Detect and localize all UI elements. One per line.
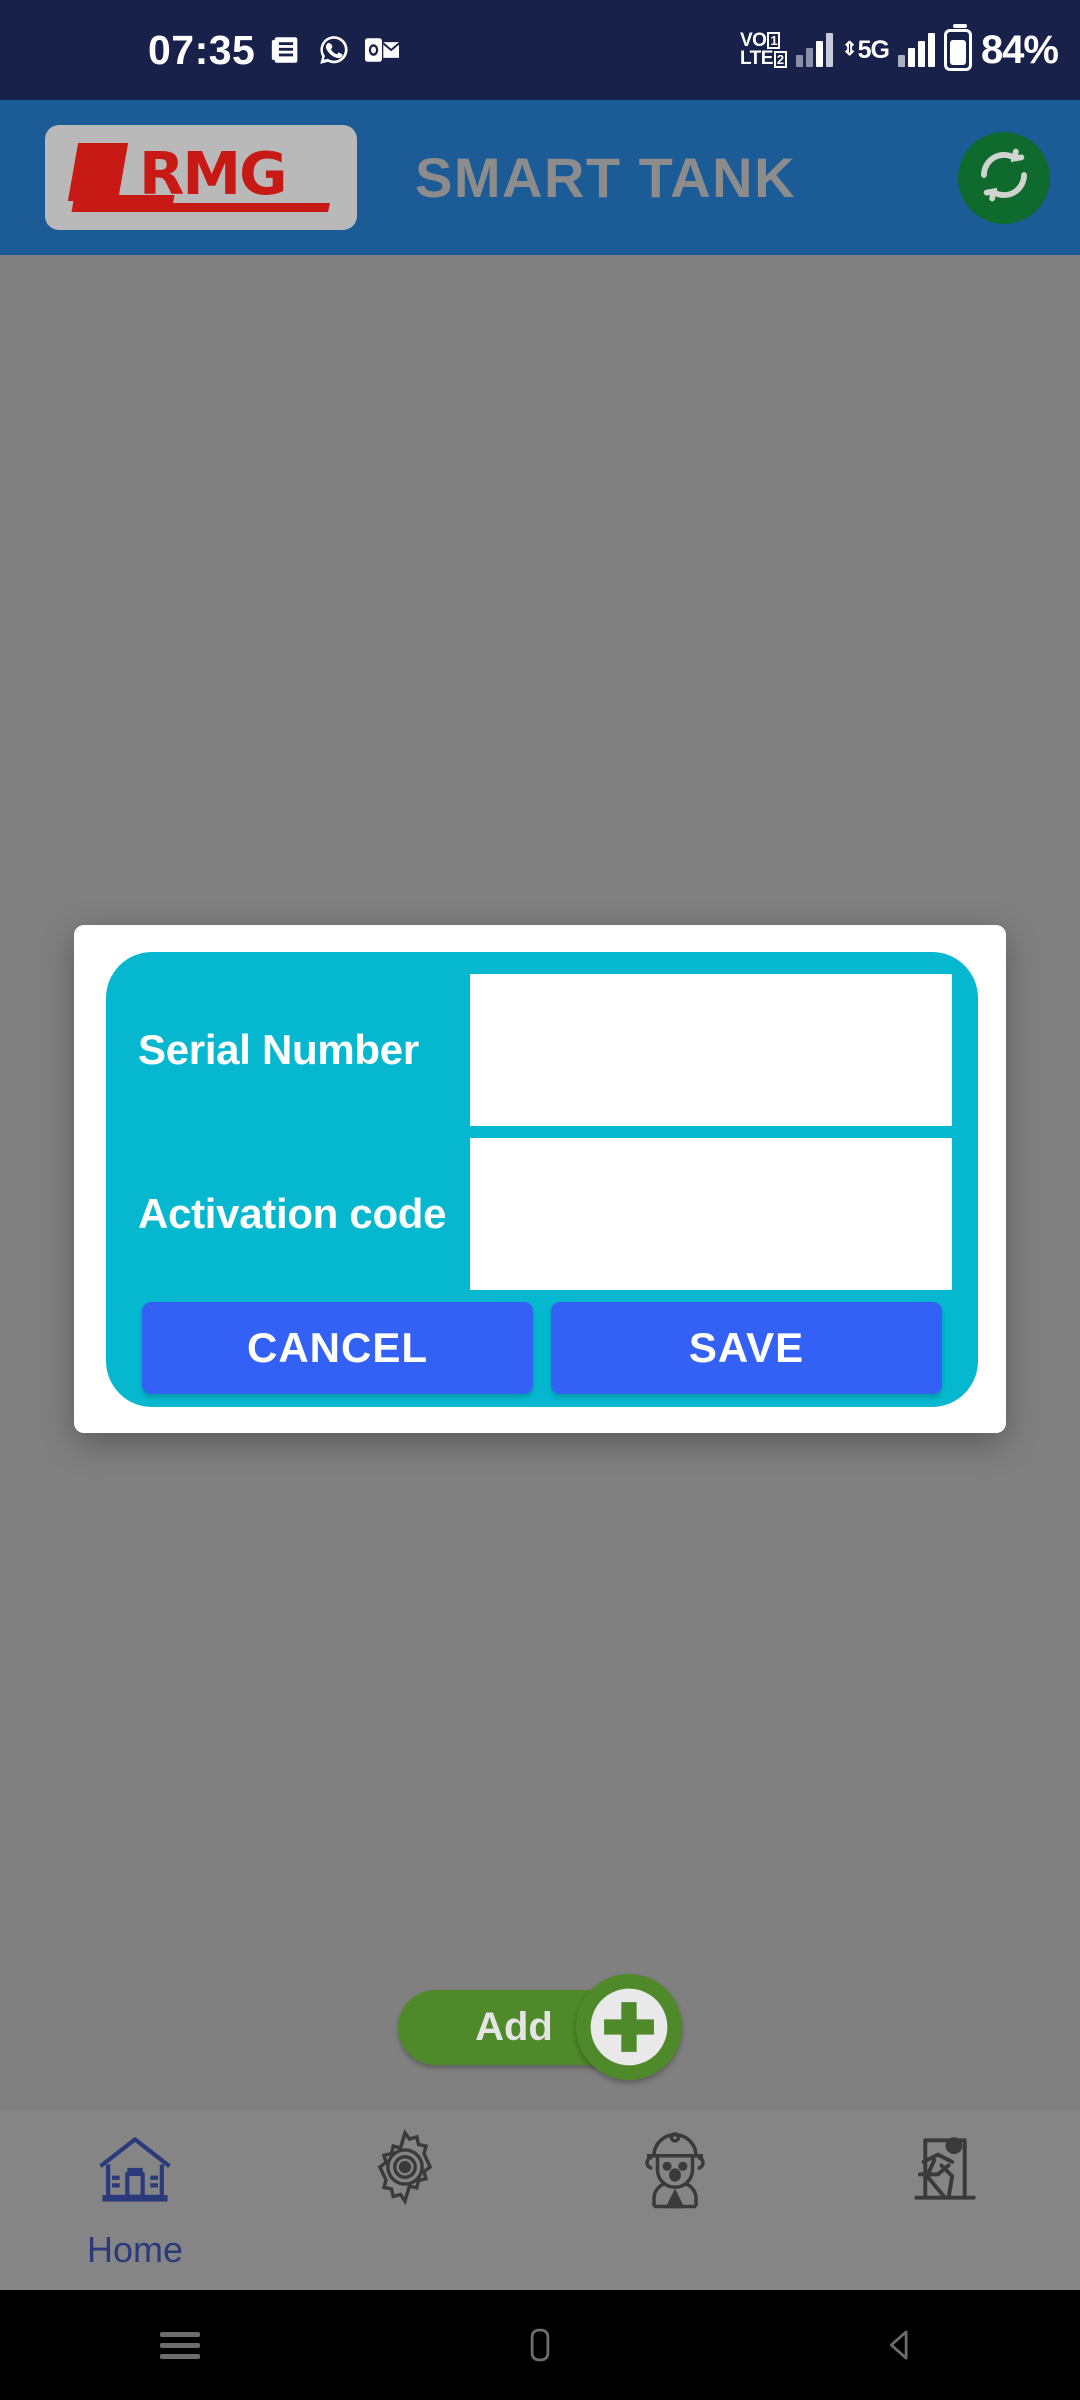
rmg-logo-graphic: RMG xyxy=(67,138,331,215)
exit-running-icon xyxy=(902,2126,988,2217)
serial-number-label: Serial Number xyxy=(138,1026,419,1073)
save-button[interactable]: SAVE xyxy=(551,1302,942,1394)
news-icon xyxy=(269,33,303,67)
dialog-panel: Serial Number Activation code CANCEL SAV… xyxy=(106,952,978,1407)
serial-number-row: Serial Number xyxy=(106,974,978,1126)
add-button[interactable]: Add xyxy=(398,1974,682,2080)
nav-item-technician[interactable] xyxy=(540,2110,810,2290)
home-square-icon[interactable] xyxy=(360,2324,720,2366)
data-network-indicator: ⇕ 5G xyxy=(841,35,890,65)
recents-icon[interactable] xyxy=(0,2326,360,2365)
logo-underline xyxy=(132,202,330,212)
outlook-icon xyxy=(365,35,400,65)
recents-lines xyxy=(160,2326,200,2365)
sim2-badge: 2 xyxy=(773,50,787,68)
plus-circle-icon[interactable] xyxy=(576,1974,682,2080)
status-bar: 07:35 VO 1 LTE 2 ⇕ 5G 84% xyxy=(0,0,1080,100)
activation-code-label: Activation code xyxy=(138,1190,447,1237)
logo-l-bar-icon xyxy=(67,142,129,201)
gear-icon xyxy=(364,2126,446,2213)
nav-item-home[interactable]: Home xyxy=(0,2110,270,2290)
activation-code-input[interactable] xyxy=(470,1138,952,1290)
nav-item-exit[interactable] xyxy=(810,2110,1080,2290)
bottom-navigation: Home xyxy=(0,2110,1080,2290)
battery-percent-label: 84% xyxy=(980,27,1059,72)
nav-item-home-label: Home xyxy=(86,2229,184,2270)
status-clock: 07:35 xyxy=(148,26,256,73)
activation-code-row: Activation code xyxy=(106,1138,978,1290)
system-navigation-bar xyxy=(0,2290,1080,2400)
serial-number-input[interactable] xyxy=(470,974,952,1126)
volte-indicator: VO 1 LTE 2 xyxy=(739,31,787,69)
home-icon xyxy=(89,2126,181,2223)
cancel-button[interactable]: CANCEL xyxy=(142,1302,533,1394)
add-button-label: Add xyxy=(475,2005,553,2049)
status-bar-left: 07:35 xyxy=(148,26,400,74)
dialog-actions: CANCEL SAVE xyxy=(142,1302,942,1394)
status-bar-right: VO 1 LTE 2 ⇕ 5G 84% xyxy=(739,24,1059,73)
network-type-label: 5G xyxy=(857,35,890,64)
nav-item-settings[interactable] xyxy=(270,2110,540,2290)
logo-text: RMG xyxy=(139,138,288,208)
whatsapp-icon xyxy=(317,33,351,67)
app-screen: 07:35 VO 1 LTE 2 ⇕ 5G 84% RMG SMART TANK… xyxy=(0,0,1080,2400)
rmg-logo: RMG xyxy=(45,125,357,230)
page-title: SMART TANK xyxy=(415,146,797,209)
back-triangle-icon[interactable] xyxy=(720,2324,1080,2366)
data-transfer-arrows-icon: ⇕ xyxy=(841,39,858,60)
signal-bars-sim2-icon xyxy=(897,33,935,67)
sim1-badge: 1 xyxy=(767,32,781,50)
technician-icon xyxy=(635,2126,715,2215)
app-header: RMG SMART TANK xyxy=(0,100,1080,255)
battery-icon xyxy=(943,24,972,71)
refresh-button[interactable] xyxy=(958,131,1050,224)
activation-dialog: Serial Number Activation code CANCEL SAV… xyxy=(74,925,1006,1433)
signal-bars-sim1-icon xyxy=(795,33,833,67)
refresh-icon xyxy=(975,146,1033,209)
volte-bottom-label: LTE xyxy=(739,48,773,69)
